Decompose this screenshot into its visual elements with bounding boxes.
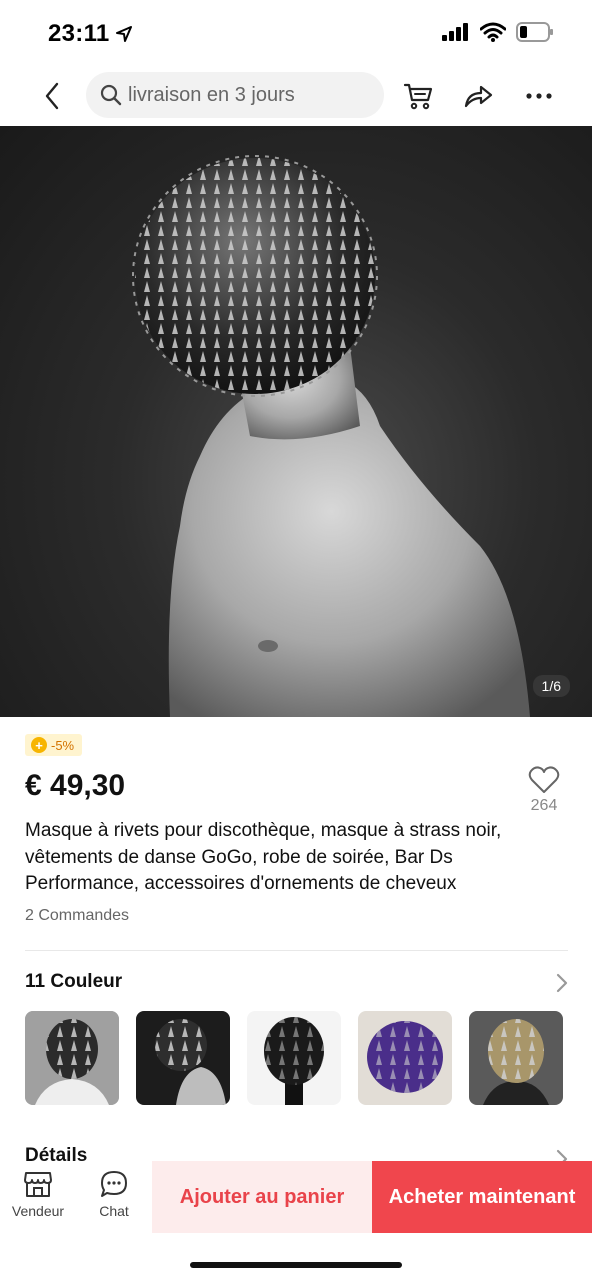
store-icon (24, 1172, 52, 1197)
color-title: 11 Couleur (25, 971, 123, 992)
color-selector[interactable]: 11 Couleur (25, 971, 568, 1001)
battery-icon (516, 22, 553, 42)
status-bar: 23:11 (0, 0, 592, 66)
search-bar[interactable]: livraison en 3 jours (86, 72, 384, 118)
color-thumbnail[interactable] (136, 1011, 230, 1105)
status-time-text: 23:11 (48, 20, 110, 47)
thumbnail-image (25, 1011, 119, 1105)
discount-text: -5% (51, 737, 75, 753)
top-navigation: livraison en 3 jours (0, 66, 592, 126)
discount-badge: + -5% (25, 734, 83, 756)
chat-button[interactable]: Chat (78, 1169, 150, 1219)
chat-icon (101, 1171, 127, 1197)
seller-button[interactable]: Vendeur (2, 1169, 74, 1219)
product-title: Masque à rivets pour discothèque, masque… (25, 820, 502, 894)
product-price: € 49,30 (25, 769, 126, 802)
chat-label: Chat (99, 1203, 129, 1219)
heart-icon (528, 766, 560, 793)
thumbnail-image (136, 1011, 230, 1105)
color-thumbnail[interactable] (358, 1011, 452, 1105)
bottom-action-bar: Vendeur Chat Ajouter au panier Acheter m… (0, 1161, 592, 1233)
signal-icon (442, 23, 468, 41)
home-indicator[interactable] (190, 1262, 402, 1268)
wifi-icon (480, 22, 506, 42)
share-icon (464, 85, 493, 108)
cart-button[interactable] (400, 78, 436, 114)
wishlist-button[interactable]: 264 (524, 765, 564, 815)
color-thumbnail[interactable] (247, 1011, 341, 1105)
back-chevron-icon (45, 82, 59, 110)
product-image-carousel[interactable]: 1/6 (0, 126, 592, 717)
cart-icon (403, 83, 433, 110)
thumbnail-image (358, 1011, 452, 1105)
color-thumbnails (25, 1011, 563, 1105)
search-placeholder: livraison en 3 jours (128, 83, 295, 106)
more-icon (526, 93, 552, 99)
location-arrow-icon (115, 26, 132, 42)
search-icon (100, 84, 122, 106)
color-thumbnail[interactable] (25, 1011, 119, 1105)
status-time: 23:11 (48, 20, 132, 48)
color-thumbnail[interactable] (469, 1011, 563, 1105)
share-button[interactable] (460, 78, 496, 114)
wishlist-count: 264 (530, 797, 558, 814)
thumbnail-image (469, 1011, 563, 1105)
back-button[interactable] (34, 78, 70, 114)
image-counter: 1/6 (532, 675, 570, 697)
buy-now-button[interactable]: Acheter maintenant (372, 1161, 592, 1233)
coin-icon: + (31, 737, 47, 753)
add-to-cart-button[interactable]: Ajouter au panier (152, 1161, 372, 1233)
chevron-right-icon (556, 973, 568, 993)
order-count: 2 Commandes (25, 907, 130, 924)
more-button[interactable] (521, 78, 557, 114)
divider (25, 950, 568, 951)
thumbnail-image (247, 1011, 341, 1105)
seller-label: Vendeur (11, 1203, 65, 1219)
status-indicators (442, 22, 554, 42)
product-photo (132, 155, 530, 717)
